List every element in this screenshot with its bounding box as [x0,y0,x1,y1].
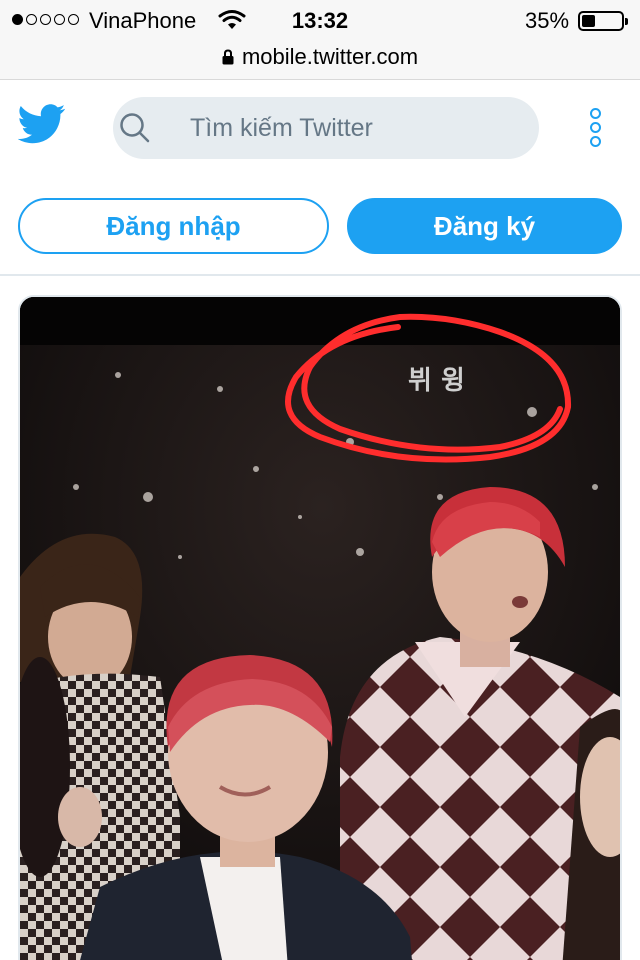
overlay-caption: 뷔 윙 [408,366,465,396]
vertical-dots-icon[interactable] [584,108,606,150]
concert-photo: 뷔 윙 [20,297,620,960]
tweet-media-image[interactable]: 뷔 윙 [18,295,622,960]
battery-percent: 35% [525,8,570,33]
status-bar: VinaPhone 13:32 35% [0,0,640,40]
lock-icon [222,49,234,65]
url-display[interactable]: mobile.twitter.com [0,44,640,70]
search-icon [120,113,150,143]
url-text: mobile.twitter.com [241,44,419,69]
divider [0,274,640,276]
search-input[interactable] [180,104,520,152]
battery-icon [578,11,628,31]
twitter-bird-icon[interactable] [18,104,66,144]
url-bar[interactable]: mobile.twitter.com [0,40,640,80]
login-button[interactable]: Đăng nhập [18,198,329,254]
signup-button[interactable]: Đăng ký [347,198,622,254]
